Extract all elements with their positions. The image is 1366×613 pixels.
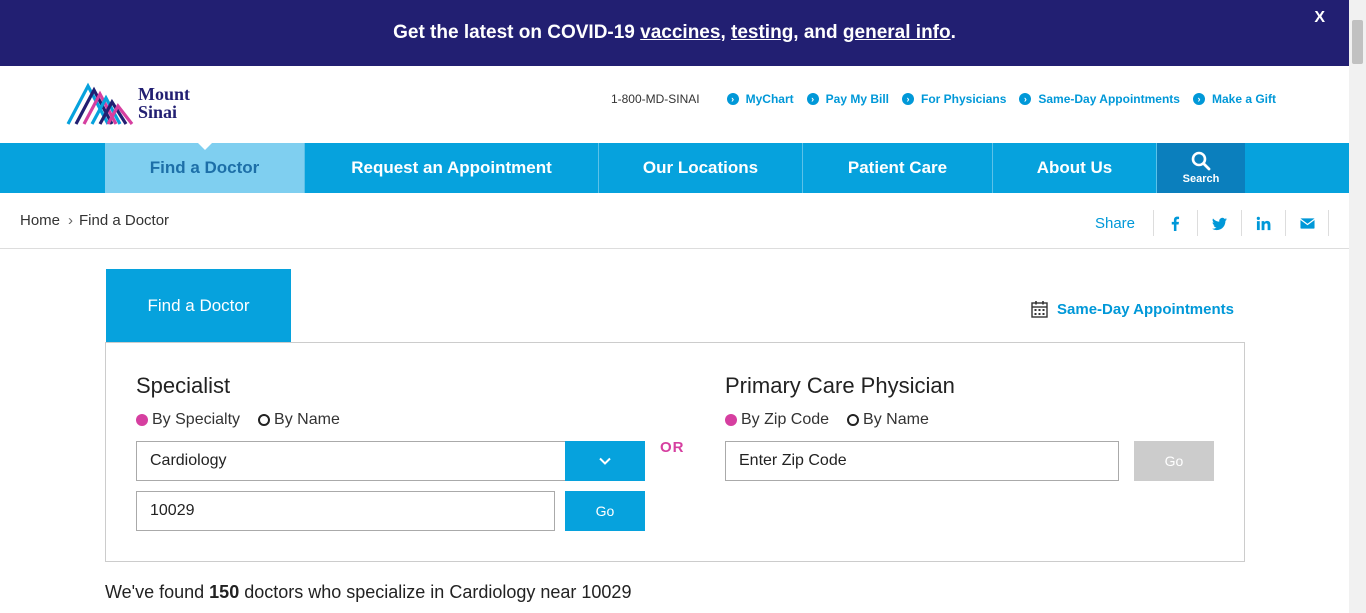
page: Get the latest on COVID-19 vaccines, tes…	[0, 0, 1366, 613]
banner-suffix: .	[950, 22, 956, 43]
same-day-label: Same-Day Appointments	[1057, 300, 1234, 318]
share-facebook-button[interactable]	[1153, 210, 1197, 236]
banner-prefix: Get the latest on COVID-19	[393, 22, 641, 43]
radio-selected-icon	[725, 414, 737, 426]
covid-banner: Get the latest on COVID-19 vaccines, tes…	[0, 0, 1349, 66]
radio-label: By Zip Code	[741, 411, 830, 428]
radio-by-name[interactable]: By Name	[258, 411, 340, 429]
chevron-right-icon: ›	[68, 212, 74, 229]
nav-patient-care[interactable]: Patient Care	[803, 143, 993, 193]
banner-text: Get the latest on COVID-19 vaccines, tes…	[393, 22, 956, 44]
chevron-right-icon: ›	[1019, 93, 1032, 105]
banner-sep: ,	[720, 22, 732, 43]
chevron-right-icon: ›	[902, 93, 914, 105]
utility-link-label: Pay My Bill	[825, 92, 889, 106]
nav-our-locations[interactable]: Our Locations	[599, 143, 803, 193]
breadcrumb: Home › Find a Doctor	[20, 212, 169, 229]
general-info-link[interactable]: general info	[843, 22, 951, 43]
same-day-appointments-button[interactable]: Same-Day Appointments	[1031, 300, 1234, 318]
share-bar: Share	[1095, 210, 1329, 236]
scrollbar-thumb[interactable]	[1352, 20, 1363, 64]
results-prefix: We've found	[105, 582, 210, 602]
calendar-icon	[1031, 301, 1048, 318]
nav-find-a-doctor[interactable]: Find a Doctor	[105, 142, 305, 193]
make-a-gift-link[interactable]: › Make a Gift	[1192, 92, 1276, 106]
close-banner-button[interactable]: X	[1314, 9, 1325, 27]
specialty-value: Cardiology	[150, 452, 227, 469]
chevron-right-icon: ›	[726, 93, 739, 105]
nav-about-us[interactable]: About Us	[993, 143, 1157, 193]
results-count: 150	[209, 582, 240, 602]
mount-sinai-logo[interactable]: Mount Sinai	[66, 80, 190, 126]
results-summary: We've found 150 doctors who specialize i…	[105, 582, 631, 603]
linkedin-icon	[1256, 216, 1271, 230]
radio-label: By Name	[274, 411, 340, 428]
dropdown-toggle[interactable]	[565, 440, 645, 481]
logo-line-1: Mount	[138, 84, 191, 104]
radio-by-name[interactable]: By Name	[847, 411, 929, 429]
search-button[interactable]: Search	[1157, 143, 1245, 193]
share-email-button[interactable]	[1285, 210, 1329, 236]
radio-selected-icon	[136, 414, 148, 426]
utility-link-label: Make a Gift	[1211, 92, 1276, 106]
breadcrumb-home[interactable]: Home	[20, 212, 60, 229]
phone-number[interactable]: 1-800-MD-SINAI	[611, 92, 700, 106]
utility-link-label: For Physicians	[921, 92, 1007, 106]
primary-care-go-button[interactable]: Go	[1134, 441, 1214, 481]
specialist-zip-input[interactable]: 10029	[136, 491, 555, 531]
tab-find-a-doctor[interactable]: Find a Doctor	[106, 269, 291, 343]
chevron-right-icon: ›	[806, 93, 819, 105]
pay-my-bill-link[interactable]: › Pay My Bill	[806, 92, 889, 106]
results-suffix: doctors who specialize in Cardiology nea…	[239, 582, 632, 602]
radio-unselected-icon	[258, 414, 271, 426]
logo-mark-icon	[66, 82, 134, 125]
radio-label: By Specialty	[152, 411, 241, 428]
search-icon	[1191, 151, 1211, 171]
twitter-icon	[1212, 217, 1227, 230]
same-day-appointments-link[interactable]: › Same-Day Appointments	[1019, 92, 1180, 106]
testing-link[interactable]: testing	[731, 22, 793, 43]
specialist-title: Specialist	[136, 373, 231, 398]
search-label: Search	[1182, 173, 1220, 185]
header-divider	[0, 248, 1349, 249]
utility-link-label: MyChart	[745, 92, 794, 106]
nav-request-an-appointment[interactable]: Request an Appointment	[305, 143, 599, 193]
for-physicians-link[interactable]: › For Physicians	[902, 92, 1006, 106]
main-nav: Find a Doctor Request an Appointment Our…	[0, 142, 1349, 193]
specialist-go-button[interactable]: Go	[565, 491, 645, 531]
specialty-select[interactable]: Cardiology	[136, 440, 645, 481]
breadcrumb-current: Find a Doctor	[79, 212, 170, 229]
radio-unselected-icon	[847, 414, 860, 426]
primary-care-search-mode: By Zip Code By Name	[725, 411, 947, 429]
mychart-link[interactable]: › MyChart	[726, 92, 794, 106]
banner-sep: , and	[793, 22, 843, 43]
chevron-right-icon: ›	[1192, 93, 1205, 105]
or-divider: OR	[660, 439, 685, 456]
share-twitter-button[interactable]	[1197, 210, 1241, 236]
primary-care-title: Primary Care Physician	[725, 373, 955, 398]
primary-care-zip-input[interactable]: Enter Zip Code	[725, 441, 1119, 481]
share-linkedin-button[interactable]	[1241, 210, 1285, 236]
chevron-down-icon	[599, 457, 611, 465]
radio-by-specialty[interactable]: By Specialty	[136, 411, 240, 429]
specialist-search-mode: By Specialty By Name	[136, 411, 358, 429]
share-label: Share	[1094, 214, 1135, 232]
radio-label: By Name	[863, 411, 929, 428]
logo-line-2: Sinai	[138, 102, 178, 122]
facebook-icon	[1171, 216, 1180, 231]
utility-nav: 1-800-MD-SINAI › MyChart › Pay My Bill › Fo…	[611, 92, 1276, 106]
vaccines-link[interactable]: vaccines	[640, 22, 720, 43]
utility-link-label: Same-Day Appointments	[1038, 92, 1180, 106]
radio-by-zip-code[interactable]: By Zip Code	[725, 411, 829, 429]
page-scrollbar[interactable]	[1349, 0, 1366, 613]
logo-wordmark: Mount Sinai	[138, 85, 190, 121]
email-icon	[1299, 217, 1315, 229]
